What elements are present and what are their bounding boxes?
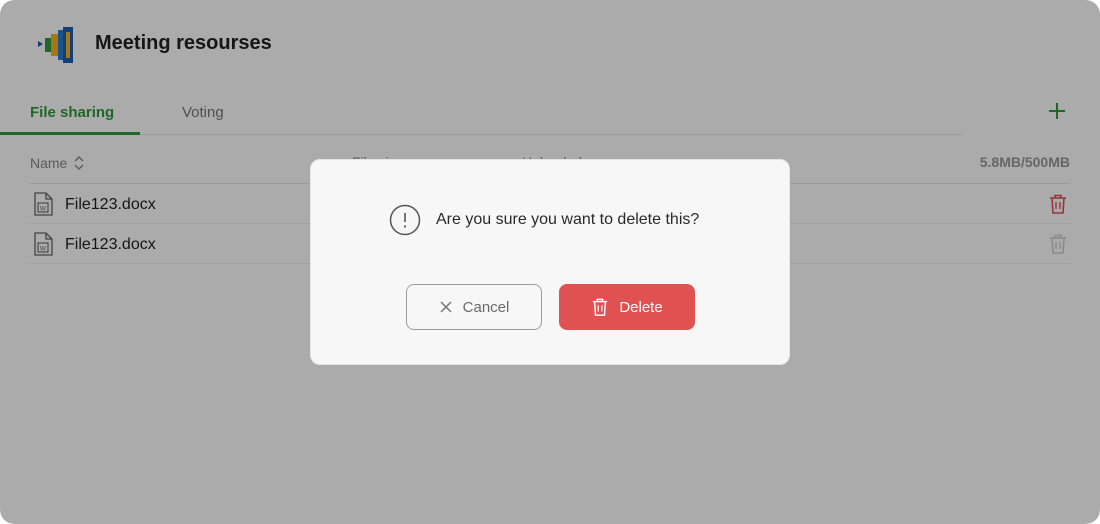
- meeting-resources-app: Meeting resourses File sharing Voting Na…: [0, 0, 1100, 524]
- exclamation-circle-icon: [389, 204, 421, 236]
- cancel-button[interactable]: Cancel: [406, 284, 542, 330]
- delete-button-label: Delete: [619, 298, 663, 316]
- delete-confirmation-dialog: Are you sure you want to delete this? Ca…: [310, 159, 790, 365]
- cancel-button-label: Cancel: [462, 298, 510, 316]
- trash-icon: [593, 298, 608, 316]
- dialog-message: Are you sure you want to delete this?: [436, 211, 700, 228]
- close-icon: [440, 301, 452, 313]
- delete-button[interactable]: Delete: [559, 284, 695, 330]
